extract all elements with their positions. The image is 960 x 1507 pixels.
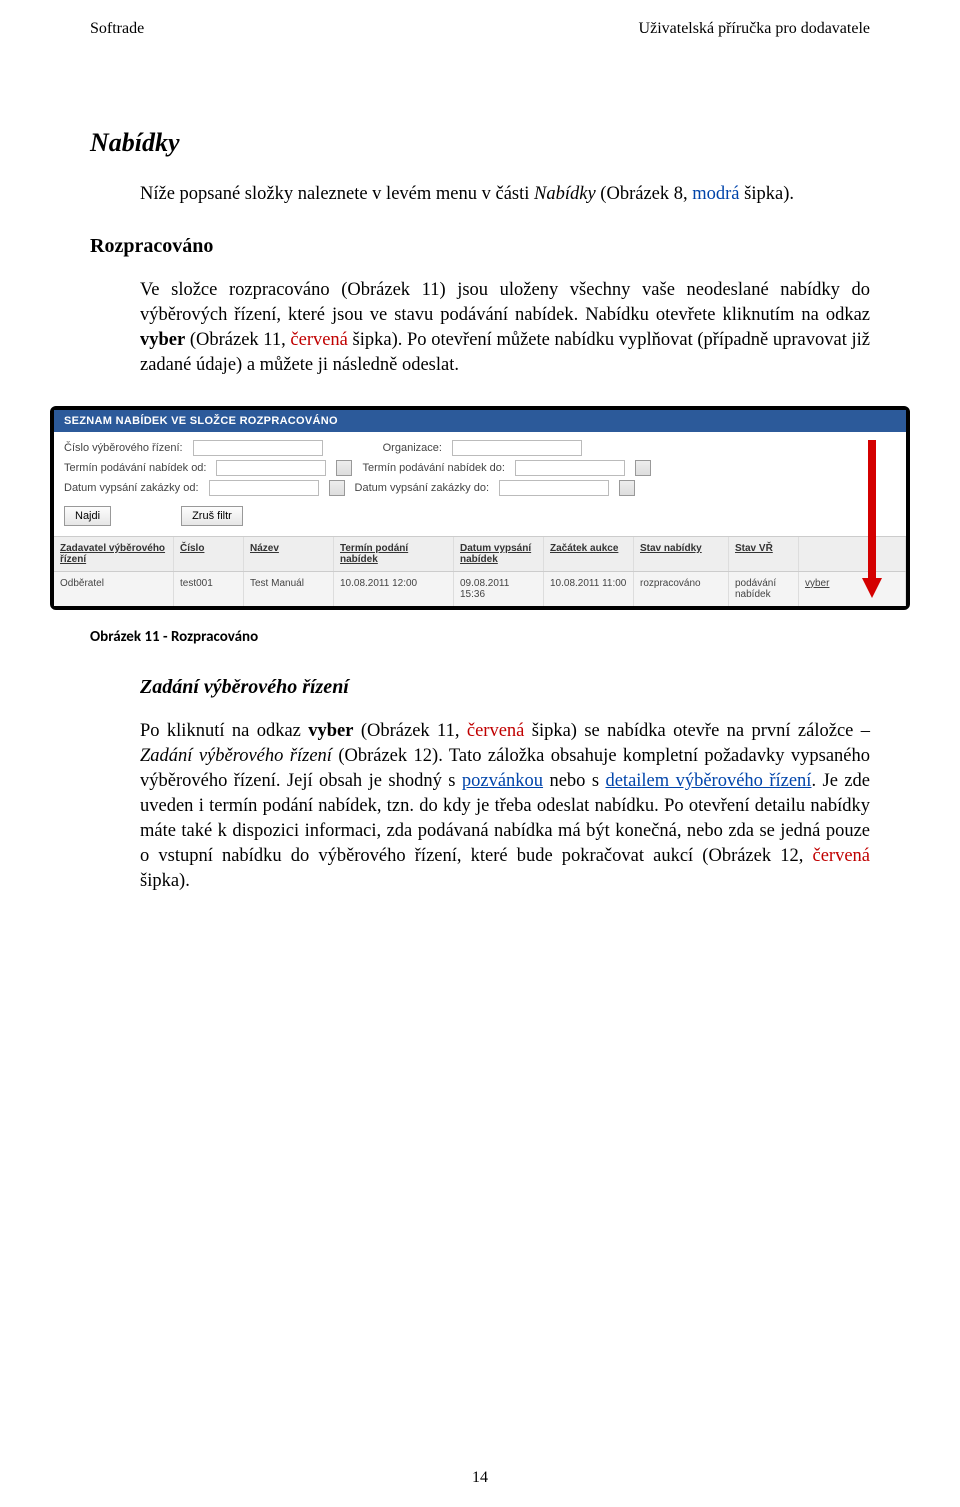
- th-zadavatel[interactable]: Zadavatel výběrového řízení: [54, 537, 174, 571]
- figure-caption: Obrázek 11 - Rozpracováno: [90, 628, 870, 646]
- label-datum-od: Datum vypsání zakázky od:: [64, 482, 199, 494]
- cell-stav-nabidky: rozpracováno: [634, 572, 729, 606]
- cell-zacatek: 10.08.2011 11:00: [544, 572, 634, 606]
- intro-pre: Níže popsané složky naleznete v levém me…: [140, 184, 534, 204]
- th-zacatek[interactable]: Začátek aukce: [544, 537, 634, 571]
- z-red2: červená: [812, 846, 870, 866]
- cell-vyber-link[interactable]: vyber: [799, 572, 906, 606]
- th-termin[interactable]: Termín podání nabídek: [334, 537, 454, 571]
- cell-nazev: Test Manuál: [244, 572, 334, 606]
- red-arrow-icon: [858, 440, 886, 600]
- zadani-paragraph: Po kliknutí na odkaz vyber (Obrázek 11, …: [140, 719, 870, 894]
- z-s3: šipka) se nabídka otevře na první záložc…: [524, 721, 870, 741]
- th-stav-nabidky[interactable]: Stav nabídky: [634, 537, 729, 571]
- z-s1: Po kliknutí na odkaz: [140, 721, 308, 741]
- rp-red: červená: [290, 330, 348, 350]
- rp-b1: vyber: [140, 330, 185, 350]
- z-red1: červená: [467, 721, 525, 741]
- calendar-icon[interactable]: [619, 480, 635, 496]
- intro-em: Nabídky: [534, 184, 596, 204]
- screenshot-rozpracovano: SEZNAM NABÍDEK VE SLOŽCE ROZPRACOVÁNO Čí…: [50, 406, 910, 610]
- calendar-icon[interactable]: [635, 460, 651, 476]
- intro-blue: modrá: [692, 184, 739, 204]
- screenshot-table-header: Zadavatel výběrového řízení Číslo Název …: [54, 537, 906, 572]
- header-right: Uživatelská příručka pro dodavatele: [639, 20, 870, 38]
- cell-termin: 10.08.2011 12:00: [334, 572, 454, 606]
- header-left: Softrade: [90, 20, 144, 38]
- calendar-icon[interactable]: [336, 460, 352, 476]
- intro-paragraph: Níže popsané složky naleznete v levém me…: [140, 182, 870, 207]
- label-termin-do: Termín podávání nabídek do:: [362, 462, 504, 474]
- z-s7: šipka).: [140, 871, 190, 891]
- cell-datum: 09.08.2011 15:36: [454, 572, 544, 606]
- calendar-icon[interactable]: [329, 480, 345, 496]
- cell-zadavatel: Odběratel: [54, 572, 174, 606]
- z-link1[interactable]: pozvánkou: [462, 771, 543, 791]
- input-organizace[interactable]: [452, 440, 582, 456]
- rp-p1: Ve složce rozpracováno (Obrázek 11) jsou…: [140, 280, 870, 325]
- cell-cislo: test001: [174, 572, 244, 606]
- label-termin-od: Termín podávání nabídek od:: [64, 462, 206, 474]
- input-datum-do[interactable]: [499, 480, 609, 496]
- screenshot-filters: Číslo výběrového řízení: Organizace: Ter…: [54, 432, 906, 537]
- input-datum-od[interactable]: [209, 480, 319, 496]
- input-termin-do[interactable]: [515, 460, 625, 476]
- table-row: Odběratel test001 Test Manuál 10.08.2011…: [54, 572, 906, 606]
- intro-mid: (Obrázek 8,: [596, 184, 693, 204]
- th-action: [799, 537, 906, 571]
- rp-p2: (Obrázek 11,: [185, 330, 290, 350]
- th-nazev[interactable]: Název: [244, 537, 334, 571]
- z-b1: vyber: [308, 721, 353, 741]
- zrus-filtr-button[interactable]: Zruš filtr: [181, 506, 243, 526]
- intro-post: šipka).: [740, 184, 794, 204]
- screenshot-titlebar: SEZNAM NABÍDEK VE SLOŽCE ROZPRACOVÁNO: [54, 410, 906, 432]
- najdi-button[interactable]: Najdi: [64, 506, 111, 526]
- z-em1: Zadání výběrového řízení: [140, 746, 332, 766]
- page-header: Softrade Uživatelská příručka pro dodava…: [90, 20, 870, 38]
- z-s5: nebo s: [543, 771, 605, 791]
- th-datum[interactable]: Datum vypsání nabídek: [454, 537, 544, 571]
- label-cislo: Číslo výběrového řízení:: [64, 442, 183, 454]
- cell-stav-vr: podávání nabídek: [729, 572, 799, 606]
- subheading-zadani: Zadání výběrového řízení: [140, 676, 870, 699]
- label-datum-do: Datum vypsání zakázky do:: [355, 482, 490, 494]
- subheading-rozpracovano: Rozpracováno: [90, 235, 870, 258]
- page-number: 14: [0, 1469, 960, 1487]
- input-termin-od[interactable]: [216, 460, 326, 476]
- rozpracovano-paragraph: Ve složce rozpracováno (Obrázek 11) jsou…: [140, 278, 870, 378]
- input-cislo[interactable]: [193, 440, 323, 456]
- z-s2: (Obrázek 11,: [353, 721, 466, 741]
- z-link2[interactable]: detailem výběrového řízení: [605, 771, 811, 791]
- th-stav-vr[interactable]: Stav VŘ: [729, 537, 799, 571]
- section-title-nabidky: Nabídky: [90, 128, 870, 158]
- label-organizace: Organizace:: [383, 442, 442, 454]
- th-cislo[interactable]: Číslo: [174, 537, 244, 571]
